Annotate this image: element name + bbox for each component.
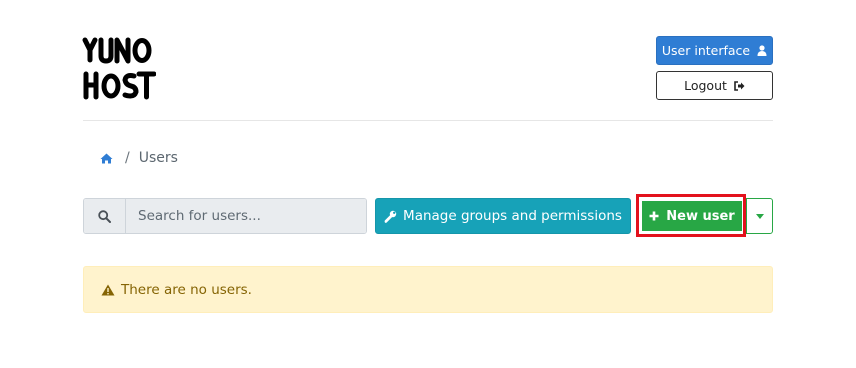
manage-groups-button[interactable]: Manage groups and permissions bbox=[375, 198, 631, 234]
new-user-button[interactable]: New user bbox=[642, 201, 742, 231]
sign-out-icon bbox=[734, 80, 745, 91]
search-box bbox=[83, 198, 367, 234]
header-divider bbox=[83, 120, 773, 121]
logout-label: Logout bbox=[684, 78, 727, 93]
new-user-label: New user bbox=[666, 208, 735, 224]
breadcrumb-separator: / bbox=[125, 150, 130, 166]
logout-button[interactable]: Logout bbox=[656, 71, 773, 100]
user-interface-label: User interface bbox=[661, 43, 751, 58]
yunohost-logo[interactable] bbox=[82, 36, 156, 100]
warning-icon bbox=[101, 284, 115, 296]
manage-groups-label: Manage groups and permissions bbox=[403, 208, 622, 224]
logo-image bbox=[82, 37, 156, 100]
wrench-icon bbox=[384, 210, 397, 223]
plus-icon bbox=[649, 211, 659, 221]
user-icon bbox=[757, 45, 767, 56]
alert-message: There are no users. bbox=[121, 281, 252, 298]
new-user-dropdown-toggle[interactable] bbox=[746, 198, 773, 234]
no-users-alert: There are no users. bbox=[83, 266, 773, 313]
breadcrumb-current: Users bbox=[138, 150, 178, 166]
search-input[interactable] bbox=[126, 199, 366, 233]
home-icon[interactable] bbox=[100, 153, 113, 164]
caret-down-icon bbox=[755, 213, 764, 219]
search-icon bbox=[84, 199, 126, 233]
breadcrumb: / Users bbox=[100, 150, 178, 166]
user-interface-button[interactable]: User interface bbox=[656, 36, 773, 65]
